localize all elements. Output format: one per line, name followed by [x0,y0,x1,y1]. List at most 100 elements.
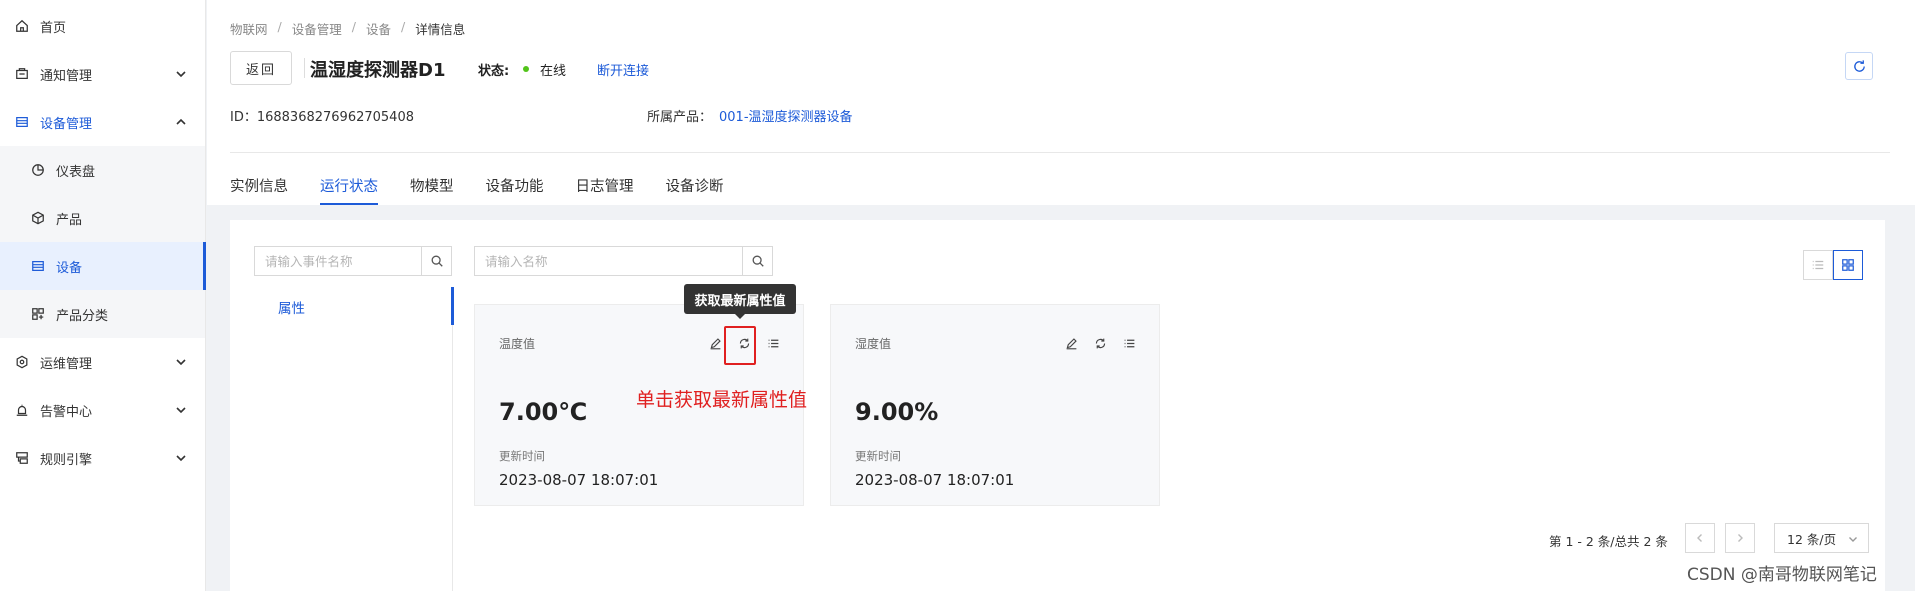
sidebar-item-ops[interactable]: 运维管理 [0,338,205,386]
divider [230,152,1890,153]
refresh-icon [1095,338,1105,348]
watermark: CSDN @南哥物联网笔记 [1687,565,1877,585]
page-size-select[interactable]: 12 条/页 [1774,523,1869,553]
tab-log-management[interactable]: 日志管理 [576,175,634,205]
breadcrumb-item[interactable]: 设备 [366,19,391,38]
grid-view-button[interactable] [1833,250,1863,280]
disconnect-link[interactable]: 断开连接 [597,60,649,79]
pagination-summary: 第 1 - 2 条/总共 2 条 [1549,534,1668,549]
sidebar-item-dashboard[interactable]: 仪表盘 [0,146,205,194]
notice-icon [14,66,30,82]
name-search-button[interactable] [742,247,772,275]
card-actions [1063,335,1137,351]
event-search-input[interactable] [255,247,421,275]
refresh-button[interactable] [1845,52,1873,80]
sidebar-item-label: 仪表盘 [56,164,96,180]
annotation-text: 单击获取最新属性值 [636,389,808,411]
sidebar-item-label: 首页 [40,20,67,36]
sidebar-item-label: 设备 [56,260,83,276]
home-icon [14,18,30,34]
back-button[interactable]: 返回 [230,51,292,85]
device-icon [30,258,46,274]
sidebar-item-label: 规则引擎 [40,452,93,468]
sidebar-item-label: 设备管理 [40,116,93,132]
property-name: 温度值 [499,337,536,351]
name-search-input[interactable] [475,247,742,275]
list-icon [1124,339,1134,347]
sidebar-item-device[interactable]: 设备 [0,242,206,290]
device-id: ID：1688368276962705408 [230,110,414,125]
dashboard-icon [30,162,46,178]
fetch-latest-button[interactable] [1092,335,1108,351]
chevron-down-icon [176,71,186,78]
list-icon [768,339,778,347]
detail-list-button[interactable] [1121,335,1137,351]
event-search [254,246,452,276]
tab-bar: 实例信息 运行状态 物模型 设备功能 日志管理 设备诊断 [230,175,756,205]
name-search [474,246,773,276]
status-value: 在线 [540,64,567,79]
chevron-down-icon [176,407,186,414]
product-link[interactable]: 001-温湿度探测器设备 [719,106,853,125]
edit-button[interactable] [707,335,723,351]
list-icon [1812,260,1824,270]
sidebar-item-notice[interactable]: 通知管理 [0,50,205,98]
property-value: 7.00℃ [499,398,588,426]
chevron-left-icon [1697,534,1702,542]
update-time: 2023-08-07 18:07:01 [855,471,1015,489]
chevron-up-icon [176,118,186,125]
update-time-label: 更新时间 [855,449,901,463]
active-indicator [451,287,454,325]
breadcrumb-item[interactable]: 设备管理 [292,19,342,38]
refresh-icon [1853,59,1865,72]
event-search-button[interactable] [421,247,451,275]
sidebar-item-rule[interactable]: 规则引擎 [0,434,205,482]
device-mgmt-icon [14,114,30,130]
detail-header: 物联网 / 设备管理 / 设备 / 详情信息 返回 温湿度探测器D1 状态: 在线 断… [207,0,1915,205]
page-size-value: 12 条/页 [1787,531,1837,547]
highlight-box [724,326,756,365]
sidebar-item-label: 运维管理 [40,356,93,372]
sidebar-item-alarm[interactable]: 告警中心 [0,386,205,434]
tab-device-function[interactable]: 设备功能 [486,175,544,205]
breadcrumb-item[interactable]: 物联网 [230,19,268,38]
sidebar: 首页 通知管理 设备管理 仪表盘 产品 设备 产品分类 运维管理 告警中心 规则… [0,0,206,591]
list-view-button[interactable] [1803,250,1833,280]
property-card: 湿度值 9.00% 更新时间 2023-08-07 18:07:01 [830,304,1160,506]
edit-button[interactable] [1063,335,1079,351]
alarm-icon [14,402,30,418]
product-label: 所属产品： [647,110,713,125]
sidebar-item-product[interactable]: 产品 [0,194,205,242]
prev-page-button[interactable] [1685,523,1715,553]
divider [452,287,453,591]
attribute-menu-item[interactable]: 属性 [278,297,305,317]
sidebar-item-category[interactable]: 产品分类 [0,290,205,338]
category-icon [30,306,46,322]
tab-running-status[interactable]: 运行状态 [320,175,378,205]
tab-instance-info[interactable]: 实例信息 [230,175,288,205]
detail-list-button[interactable] [765,335,781,351]
view-toggle [1803,250,1863,280]
tab-device-diagnosis[interactable]: 设备诊断 [666,175,724,205]
divider [304,58,305,78]
edit-icon [710,337,721,349]
search-icon [752,255,764,267]
next-page-button[interactable] [1725,523,1755,553]
tab-thing-model[interactable]: 物模型 [410,175,454,205]
update-time: 2023-08-07 18:07:01 [499,471,659,489]
chevron-down-icon [1849,537,1857,542]
sidebar-item-label: 通知管理 [40,68,93,84]
sidebar-item-home[interactable]: 首页 [0,2,205,50]
chevron-down-icon [176,455,186,462]
ops-icon [14,354,30,370]
cube-icon [30,210,46,226]
update-time-label: 更新时间 [499,449,545,463]
sidebar-item-label: 告警中心 [40,404,93,420]
content-panel: 属性 温度值 7.00℃ 更新时间 2023-08-07 18:07:01 湿度… [230,220,1885,591]
sidebar-item-device-mgmt[interactable]: 设备管理 [0,98,205,146]
status-label: 状态: [478,64,510,79]
page-title: 温湿度探测器D1 [310,60,446,81]
property-value: 9.00% [855,398,939,426]
breadcrumb-current: 详情信息 [415,22,466,37]
tooltip: 获取最新属性值 [684,284,796,319]
